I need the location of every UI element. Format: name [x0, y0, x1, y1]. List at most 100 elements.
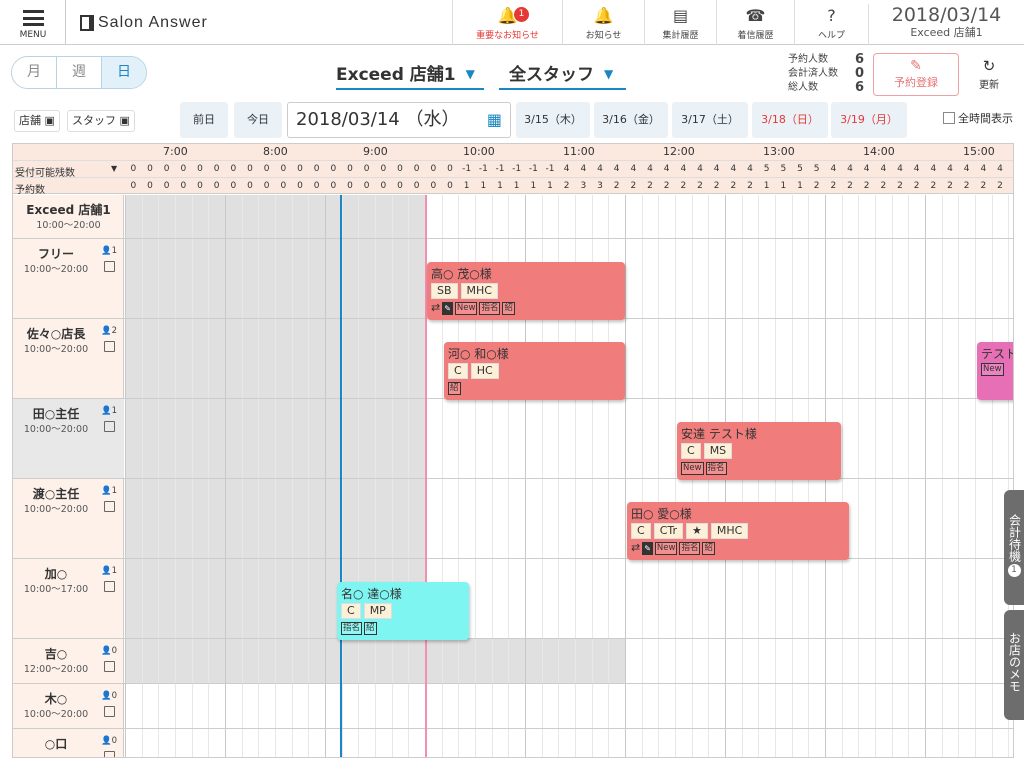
- avail-cell: 0: [430, 164, 437, 174]
- bell-icon: 🔔: [593, 6, 614, 25]
- nav-summary-history[interactable]: ▤ 集計履歴: [644, 0, 716, 45]
- today-button[interactable]: 今日: [234, 102, 282, 138]
- staff-row-header[interactable]: 佐々○店長 10:00〜20:00 👤2: [13, 319, 124, 399]
- day-button[interactable]: 3/17（土）: [672, 102, 748, 138]
- menu-tag: MP: [363, 603, 392, 619]
- refresh-label: 更新: [979, 80, 999, 91]
- staff-column: Exceed 店舗1 10:00〜20:00 フリー 10:00〜20:00 👤1 佐々○…: [13, 195, 124, 757]
- appointment-card[interactable]: 名○ 達○様 C MP 指名紹: [337, 582, 469, 640]
- staff-select[interactable]: 全スタッフ ▼: [499, 60, 626, 90]
- calendar-add-icon[interactable]: [104, 421, 115, 432]
- resv-cell: 2: [963, 181, 970, 191]
- menu-button[interactable]: MENU: [0, 0, 66, 45]
- note-icon: ✎: [642, 542, 653, 555]
- avail-cell: 0: [397, 164, 403, 174]
- resv-cell: 0: [397, 181, 403, 191]
- register-button[interactable]: ✎ 予約登録: [873, 53, 959, 96]
- staff-filter-button[interactable]: スタッフ ▣: [67, 110, 135, 132]
- staff-row-header[interactable]: 渡○主任 10:00〜20:00 👤1: [13, 479, 124, 559]
- status-icons: 指名紹: [341, 622, 377, 635]
- slot-line: [925, 195, 926, 757]
- avail-cell: 4: [897, 164, 903, 174]
- day-button[interactable]: 3/15（木）: [516, 102, 590, 138]
- day-button[interactable]: 3/16（金）: [594, 102, 668, 138]
- resv-cell: 0: [330, 181, 337, 191]
- calendar-add-icon[interactable]: [104, 706, 115, 717]
- calendar-add-icon[interactable]: [104, 341, 115, 352]
- calendar-add-icon[interactable]: [104, 501, 115, 512]
- staff-row-header[interactable]: 加○ 10:00〜17:00 👤1: [13, 559, 124, 639]
- logo-icon: [80, 15, 94, 31]
- store-filter-label: 店舗: [19, 114, 41, 127]
- day-button[interactable]: 3/18（日）: [752, 102, 828, 138]
- resv-cell: 1: [530, 181, 537, 191]
- staff-name: 吉○: [44, 647, 68, 661]
- status-icons: New 指名: [681, 462, 727, 475]
- logo-text: Salon Answer: [98, 14, 208, 31]
- logo[interactable]: Salon Answer: [80, 12, 208, 34]
- resv-cell: 0: [430, 181, 437, 191]
- day-button[interactable]: 3/19（月）: [831, 102, 907, 138]
- stat-label: 会計済人数: [788, 68, 838, 79]
- staff-row-header[interactable]: 木○ 10:00〜20:00 👤0: [13, 684, 124, 729]
- repeat-icon: ⇄: [431, 301, 441, 314]
- resv-cell: 0: [213, 181, 220, 191]
- resv-cell: 2: [913, 181, 920, 191]
- appointment-card[interactable]: 高○ 茂○様 SB MHC ⇄ ✎ New 指名紹: [427, 262, 625, 320]
- calendar-add-icon[interactable]: [104, 661, 115, 672]
- all-hours-toggle[interactable]: 全時間表示: [943, 112, 1013, 126]
- nav-important-notice[interactable]: 🔔 1 重要なお知らせ: [452, 0, 562, 45]
- refresh-button[interactable]: ↻ 更新: [966, 56, 1012, 96]
- date-picker[interactable]: 2018/03/14 （水） ▦: [287, 102, 511, 138]
- calendar-add-icon[interactable]: [104, 751, 115, 757]
- store-filter-button[interactable]: 店舗 ▣: [14, 110, 60, 132]
- shop-memo-tab[interactable]: お店のメモ: [1004, 610, 1024, 720]
- store-row-header[interactable]: Exceed 店舗1 10:00〜20:00: [13, 195, 124, 239]
- resv-cell: 2: [563, 181, 570, 191]
- slot-line: [275, 195, 276, 757]
- store-select[interactable]: Exceed 店舗1 ▼: [336, 60, 484, 90]
- nav-call-history[interactable]: ☎ 着信履歴: [716, 0, 794, 45]
- checkout-waiting-tab[interactable]: 会計待機 1: [1004, 490, 1024, 605]
- staff-row-header[interactable]: 田○主任 10:00〜20:00 👤1: [13, 399, 124, 479]
- all-hours-label: 全時間表示: [958, 112, 1013, 125]
- staff-row-header[interactable]: 吉○ 12:00〜20:00 👤0: [13, 639, 124, 684]
- current-date: 2018/03/14 （水）: [296, 109, 460, 130]
- hour-label: 15:00: [963, 145, 995, 158]
- appointment-card[interactable]: 安達 テスト様 C MS New 指名: [677, 422, 841, 480]
- schedule-grid: 7:00 8:00 9:00 10:00 11:00 12:00 13:00 14:00 15:…: [12, 143, 1014, 758]
- store-select-value: Exceed 店舗1: [336, 65, 456, 85]
- resv-cell: 0: [230, 181, 237, 191]
- resv-row-label: 予約数: [15, 185, 45, 196]
- checkbox[interactable]: [943, 112, 955, 124]
- view-day[interactable]: 日: [102, 57, 146, 88]
- view-week[interactable]: 週: [57, 57, 102, 88]
- staff-filter-label: スタッフ: [72, 114, 116, 127]
- resv-cell: 2: [613, 181, 620, 191]
- resv-cell: 0: [297, 181, 303, 191]
- nav-notice[interactable]: 🔔 お知らせ: [562, 0, 644, 45]
- avail-cell: 4: [730, 164, 737, 174]
- avail-cell: 4: [747, 164, 753, 174]
- resv-cell: 2: [930, 181, 937, 191]
- view-month[interactable]: 月: [12, 57, 57, 88]
- staff-hours: 10:00〜20:00: [36, 220, 101, 231]
- calendar-add-icon[interactable]: [104, 581, 115, 592]
- staff-count: 0: [111, 646, 118, 656]
- prev-day-button[interactable]: 前日: [180, 102, 228, 138]
- nav-help[interactable]: ? ヘルプ: [794, 0, 868, 45]
- phone-icon: ☎: [745, 6, 766, 25]
- nav-label: 着信履歴: [737, 31, 774, 41]
- staff-row-header[interactable]: フリー 10:00〜20:00 👤1: [13, 239, 124, 319]
- status-badge: 指名: [341, 622, 363, 635]
- calendar-icon[interactable]: ▦: [487, 103, 502, 137]
- appointment-card[interactable]: 河○ 和○様 C HC 紹: [444, 342, 625, 400]
- triangle-down-icon: ▼: [465, 67, 475, 81]
- slot-line: [958, 195, 960, 757]
- staff-row-header[interactable]: ○口 👤0: [13, 729, 124, 757]
- triangle-down-icon[interactable]: ▼: [111, 164, 117, 173]
- menu-tags: C HC: [448, 363, 499, 379]
- appointment-card[interactable]: テスト New: [977, 342, 1013, 400]
- appointment-card[interactable]: 田○ 愛○様 C CTr ★ MHC ⇄ ✎ New 指名紹: [627, 502, 849, 560]
- calendar-add-icon[interactable]: [104, 261, 115, 272]
